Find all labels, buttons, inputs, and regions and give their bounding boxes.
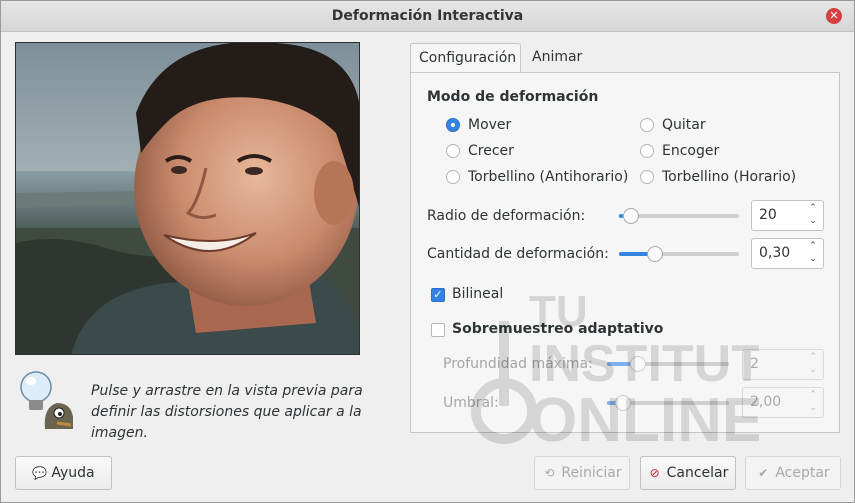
radio-icon [640,144,654,158]
radio-label: Crecer [468,143,514,159]
radio-selected-icon [446,118,460,132]
threshold-label: Umbral: [443,395,499,411]
radio-label: Quitar [662,117,706,133]
slider-handle[interactable] [614,395,631,411]
supersample-checkbox[interactable] [431,323,445,337]
radius-label: Radio de deformación: [427,208,586,224]
slider-handle[interactable] [622,208,639,224]
reset-button[interactable]: ⟲ Reiniciar [534,456,630,490]
radio-label: Encoger [662,143,720,159]
radio-icon [640,170,654,184]
radio-encoger[interactable]: Encoger [640,141,719,161]
portrait-photo [16,43,359,354]
ok-label: Aceptar [775,465,830,481]
help-button[interactable]: 💬 Ayuda [15,456,112,490]
radio-label: Torbellino (Antihorario) [468,169,629,185]
chevron-down-icon[interactable]: ⌄ [807,402,819,415]
chevron-up-icon[interactable]: ⌃ [807,351,819,364]
cancel-label: Cancelar [666,465,729,481]
supersample-label: Sobremuestreo adaptativo [452,321,664,337]
radio-torbellino-horario[interactable]: Torbellino (Horario) [640,167,796,187]
instructions-text: Pulse y arrastre en la vista previa para… [91,383,363,441]
ok-button[interactable]: ✔ Aceptar [745,456,841,490]
chevron-up-icon[interactable]: ⌃ [807,240,819,253]
bilinear-label: Bilineal [452,286,504,302]
chevron-up-icon[interactable]: ⌃ [807,389,819,402]
depth-spinbutton[interactable]: 2 ⌃ ⌄ [742,349,824,380]
lightbulb-icon [15,367,75,429]
reset-icon: ⟲ [544,466,555,480]
radio-mover[interactable]: Mover [446,115,511,135]
chevron-down-icon[interactable]: ⌄ [807,215,819,228]
radius-value: 20 [759,207,777,223]
amount-label: Cantidad de deformación: [427,246,609,262]
close-icon[interactable]: ✕ [826,8,842,24]
help-icon: 💬 [32,466,48,480]
mode-section-title: Modo de deformación [427,89,599,105]
checkmark-icon: ✔ [758,466,769,480]
radio-label: Torbellino (Horario) [662,169,797,185]
amount-value: 0,30 [759,245,791,261]
cancel-button[interactable]: ⊘ Cancelar [640,456,736,490]
cancel-icon: ⊘ [649,466,660,480]
radio-icon [446,144,460,158]
radius-slider[interactable] [619,208,739,224]
radio-label: Mover [468,117,512,133]
radio-icon [640,118,654,132]
depth-label: Profundidad máxima: [443,356,593,372]
threshold-value: 2,00 [750,394,782,410]
radius-spinbutton[interactable]: 20 ⌃ ⌄ [751,200,824,231]
settings-panel: Modo de deformación Mover Quitar Crecer … [410,72,840,433]
window-title: Deformación Interactiva [331,8,524,24]
threshold-slider[interactable] [607,395,729,411]
bilinear-checkbox[interactable]: ✓ [431,288,445,302]
preview-image[interactable] [15,42,360,355]
radio-quitar[interactable]: Quitar [640,115,706,135]
chevron-down-icon[interactable]: ⌄ [807,364,819,377]
tab-animar[interactable]: Animar [524,43,594,73]
slider-handle[interactable] [647,246,663,262]
threshold-spinbutton[interactable]: 2,00 ⌃ ⌄ [742,387,824,418]
help-label: Ayuda [51,465,95,481]
radio-crecer[interactable]: Crecer [446,141,514,161]
iwarp-dialog: Deformación Interactiva ✕ Pulse y arrast… [0,0,855,503]
depth-slider[interactable] [607,356,729,372]
titlebar[interactable]: Deformación Interactiva ✕ [1,1,854,32]
radio-icon [446,170,460,184]
chevron-up-icon[interactable]: ⌃ [807,202,819,215]
radio-torbellino-antihorario[interactable]: Torbellino (Antihorario) [446,167,628,187]
amount-spinbutton[interactable]: 0,30 ⌃ ⌄ [751,238,824,269]
chevron-down-icon[interactable]: ⌄ [807,253,819,266]
reset-label: Reiniciar [561,465,622,481]
slider-handle[interactable] [629,356,646,372]
depth-value: 2 [750,356,759,372]
tab-configuracion[interactable]: Configuración [410,43,521,73]
amount-slider[interactable] [619,246,739,262]
